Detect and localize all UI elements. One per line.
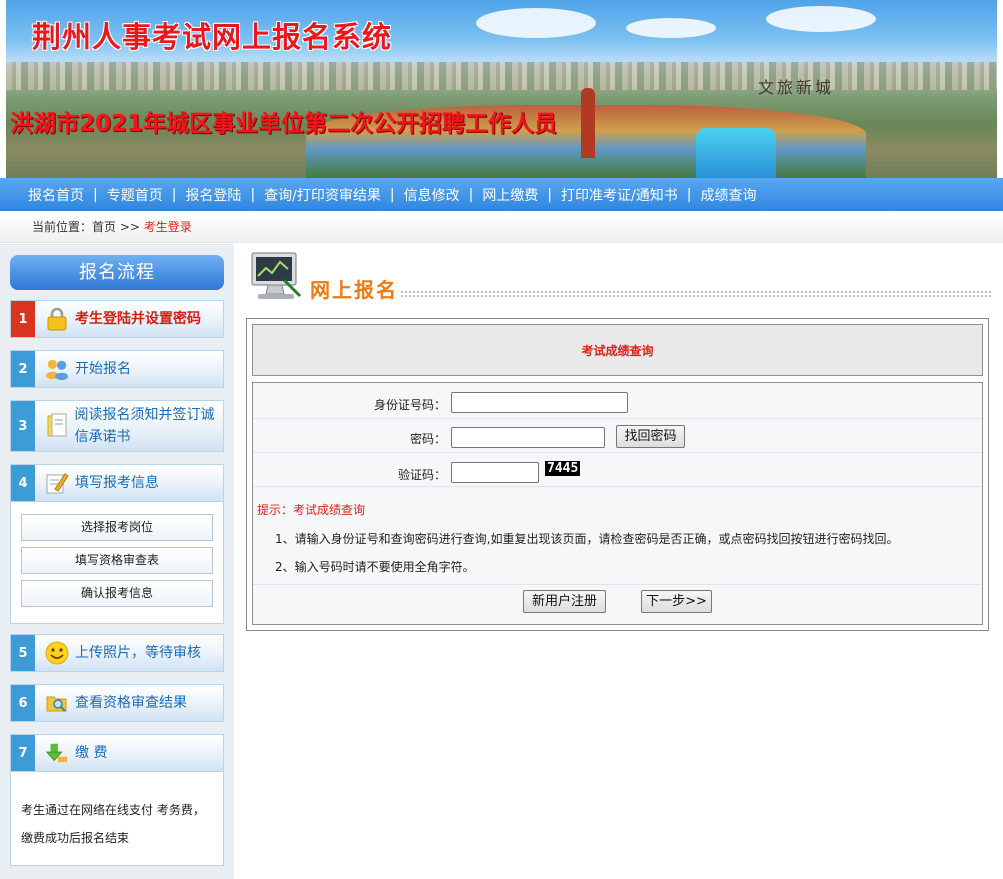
step-label: 缴 费 (75, 745, 108, 761)
tip-text: 提示：考试成绩查询 (257, 503, 366, 517)
step-label: 填写报考信息 (75, 475, 159, 491)
cloud (626, 18, 716, 38)
nav-login[interactable]: 报名登陆 (185, 185, 241, 205)
theme-park-building (696, 128, 776, 178)
folder-search-icon (45, 691, 69, 715)
breadcrumb-arrow: >> (116, 220, 144, 234)
password-label: 密码： (409, 432, 446, 446)
captcha-label: 验证码： (397, 468, 446, 482)
step-label: 开始报名 (75, 361, 131, 377)
brand-calligraphy: 文旅新城 (758, 78, 835, 97)
edit-icon (45, 471, 69, 495)
nav-topic-home[interactable]: 专题首页 (107, 185, 163, 205)
password-input[interactable] (451, 427, 605, 448)
password-row: 密码： 找回密码 (253, 419, 982, 453)
cloud (766, 6, 876, 32)
register-button[interactable]: 新用户注册 (523, 590, 606, 613)
step-number: 6 (11, 685, 35, 721)
captcha-input[interactable] (451, 462, 539, 483)
nav-online-payment[interactable]: 网上缴费 (482, 185, 538, 205)
confirm-info-button[interactable]: 确认报考信息 (21, 580, 213, 607)
step-label: 考生登陆并设置密码 (75, 311, 201, 327)
city-skyline (6, 62, 997, 90)
id-row: 身份证号码： (253, 383, 982, 419)
step-6-review-result[interactable]: 6 查看资格审查结果 (10, 684, 224, 722)
breadcrumb-current: 考生登录 (143, 220, 192, 234)
section-title: 网上报名 (310, 278, 398, 302)
query-form: 身份证号码： 密码： 找回密码 验证码： 7445 提示：考试成绩查询 1、请输… (252, 382, 983, 625)
step-label: 查看资格审查结果 (75, 695, 187, 711)
smiley-icon (45, 641, 69, 665)
nav-home[interactable]: 报名首页 (28, 185, 84, 205)
step-number: 2 (11, 351, 35, 387)
nav-separator: | (250, 186, 256, 203)
breadcrumb: 当前位置：首页 >> 考生登录 (0, 211, 1003, 243)
lock-icon (45, 307, 69, 331)
step-label: 阅读报名须知并签订诚信承诺书 (74, 407, 215, 445)
divider (253, 584, 982, 585)
select-position-button[interactable]: 选择报考岗位 (21, 514, 213, 541)
breadcrumb-prefix: 当前位置： (32, 220, 93, 234)
step-1-login[interactable]: 1 考生登陆并设置密码 (10, 300, 224, 338)
fill-review-form-button[interactable]: 填写资格审查表 (21, 547, 213, 574)
main-nav: 报名首页 | 专题首页 | 报名登陆 | 查询/打印资审结果 | 信息修改 | … (0, 178, 1003, 211)
query-panel: 考试成绩查询 身份证号码： 密码： 找回密码 验证码： 7445 提示：考试成绩… (246, 318, 989, 631)
note-1: 1、请输入身份证号和查询密码进行查询,如重复出现该页面，请检查密码是否正确，或点… (275, 532, 899, 546)
nav-separator: | (171, 186, 177, 203)
download-arrow-icon (45, 741, 69, 765)
nav-print-ticket[interactable]: 打印准考证/通知书 (561, 185, 678, 205)
step-5-upload-photo[interactable]: 5 上传照片，等待审核 (10, 634, 224, 672)
users-icon (45, 357, 69, 381)
cloud (476, 8, 596, 38)
document-icon (45, 413, 69, 438)
step-label: 上传照片，等待审核 (75, 645, 201, 661)
exam-title: 洪湖市2021年城区事业单位第二次公开招聘工作人员 (10, 111, 558, 137)
note-2: 2、输入号码时请不要使用全角字符。 (275, 560, 475, 574)
nav-review-result[interactable]: 查询/打印资审结果 (264, 185, 381, 205)
nav-separator: | (547, 186, 553, 203)
header-banner: 荆州人事考试网上报名系统 洪湖市2021年城区事业单位第二次公开招聘工作人员 文… (6, 0, 997, 178)
section-header: 网上报名 (248, 248, 993, 304)
find-password-button[interactable]: 找回密码 (616, 425, 685, 448)
breadcrumb-home-link[interactable]: 首页 (92, 220, 116, 234)
nav-score-query[interactable]: 成绩查询 (700, 185, 756, 205)
step-2-start[interactable]: 2 开始报名 (10, 350, 224, 388)
payment-info-text: 考生通过在网络在线支付 考务费，缴费成功后报名结束 (21, 803, 205, 845)
step-number: 5 (11, 635, 35, 671)
pagoda-tower (581, 88, 595, 158)
id-label: 身份证号码： (373, 398, 446, 412)
step-number: 7 (11, 735, 35, 771)
captcha-image[interactable]: 7445 (545, 461, 581, 476)
panel-title: 考试成绩查询 (252, 324, 983, 376)
nav-separator: | (93, 186, 98, 203)
step-4-substeps: 选择报考岗位 填写资格审查表 确认报考信息 (10, 502, 224, 624)
nav-edit-info[interactable]: 信息修改 (404, 185, 460, 205)
step-number: 4 (11, 465, 35, 501)
payment-info-box: 考生通过在网络在线支付 考务费，缴费成功后报名结束 (10, 772, 224, 866)
nav-separator: | (686, 186, 692, 203)
step-number: 1 (11, 301, 35, 337)
sidebar-title: 报名流程 (10, 255, 224, 290)
dotted-divider (400, 290, 993, 298)
next-step-button[interactable]: 下一步>> (641, 590, 712, 613)
step-7-payment[interactable]: 7 缴 费 (10, 734, 224, 772)
sidebar: 报名流程 1 考生登陆并设置密码 2 开始报名 3 阅读报名须知并签订诚信承诺书… (0, 244, 234, 879)
id-number-input[interactable] (451, 392, 628, 413)
nav-separator: | (468, 186, 474, 203)
captcha-row: 验证码： 7445 (253, 453, 982, 487)
step-3-read-notice[interactable]: 3 阅读报名须知并签订诚信承诺书 (10, 400, 224, 452)
monitor-icon (248, 250, 304, 302)
system-title: 荆州人事考试网上报名系统 (32, 20, 393, 54)
nav-separator: | (389, 186, 395, 203)
step-4-fill-info[interactable]: 4 填写报考信息 (10, 464, 224, 502)
step-number: 3 (11, 401, 35, 451)
